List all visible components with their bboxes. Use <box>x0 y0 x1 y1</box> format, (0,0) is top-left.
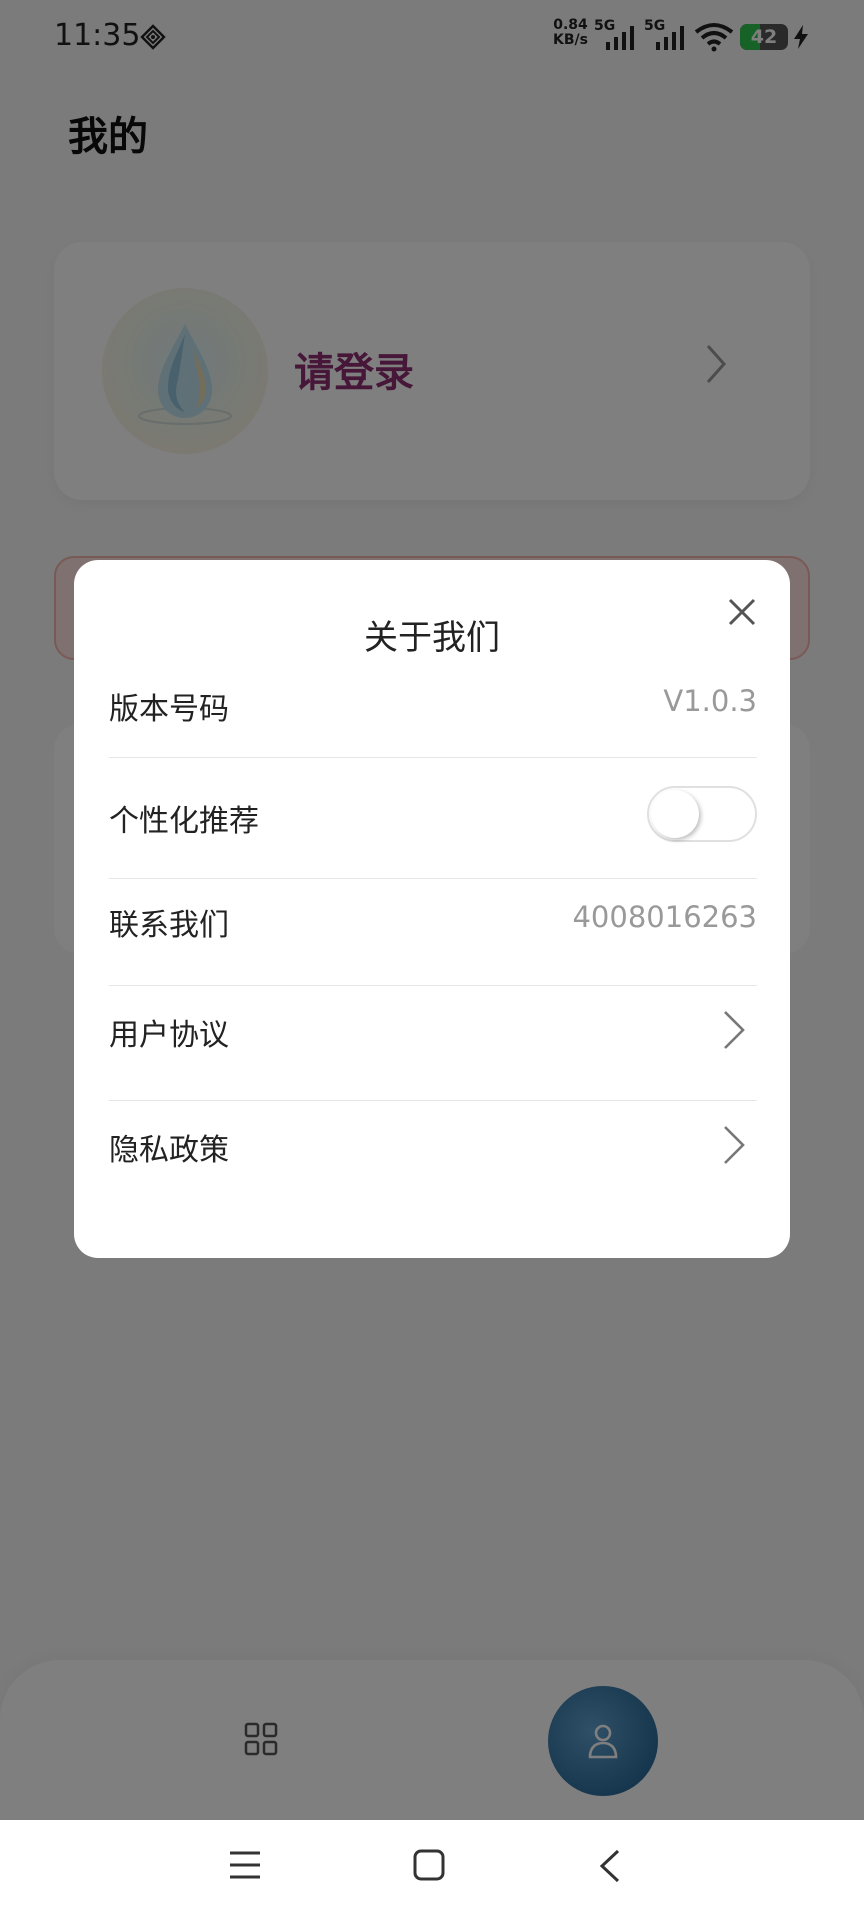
back-arrow-icon[interactable] <box>596 1848 622 1884</box>
version-row: 版本号码 V1.0.3 <box>109 684 757 744</box>
toggle-knob <box>651 790 699 838</box>
contact-us-row[interactable]: 联系我们 4008016263 <box>109 900 757 960</box>
divider <box>109 757 757 758</box>
privacy-policy-label: 隐私政策 <box>109 1133 229 1168</box>
divider <box>109 878 757 879</box>
privacy-policy-row[interactable]: 隐私政策 <box>109 1125 757 1185</box>
personalized-recommend-label: 个性化推荐 <box>109 804 259 839</box>
divider <box>109 1100 757 1101</box>
menu-icon[interactable] <box>228 1850 262 1880</box>
divider <box>109 985 757 986</box>
contact-phone[interactable]: 4008016263 <box>572 900 757 934</box>
contact-us-label: 联系我们 <box>109 908 229 943</box>
user-agreement-row[interactable]: 用户协议 <box>109 1010 757 1070</box>
personalized-recommend-row: 个性化推荐 <box>109 772 757 858</box>
close-icon[interactable] <box>722 592 762 632</box>
home-square-icon[interactable] <box>412 1848 446 1882</box>
user-agreement-label: 用户协议 <box>109 1018 229 1053</box>
dialog-title: 关于我们 <box>364 618 500 658</box>
chevron-right-icon <box>724 1126 745 1164</box>
chevron-right-icon <box>724 1011 745 1049</box>
version-value: V1.0.3 <box>663 684 757 718</box>
version-label: 版本号码 <box>109 692 229 727</box>
personalized-recommend-toggle[interactable] <box>647 786 757 842</box>
about-us-dialog: 关于我们 版本号码 V1.0.3 个性化推荐 联系我们 4008016263 用… <box>74 560 790 1258</box>
